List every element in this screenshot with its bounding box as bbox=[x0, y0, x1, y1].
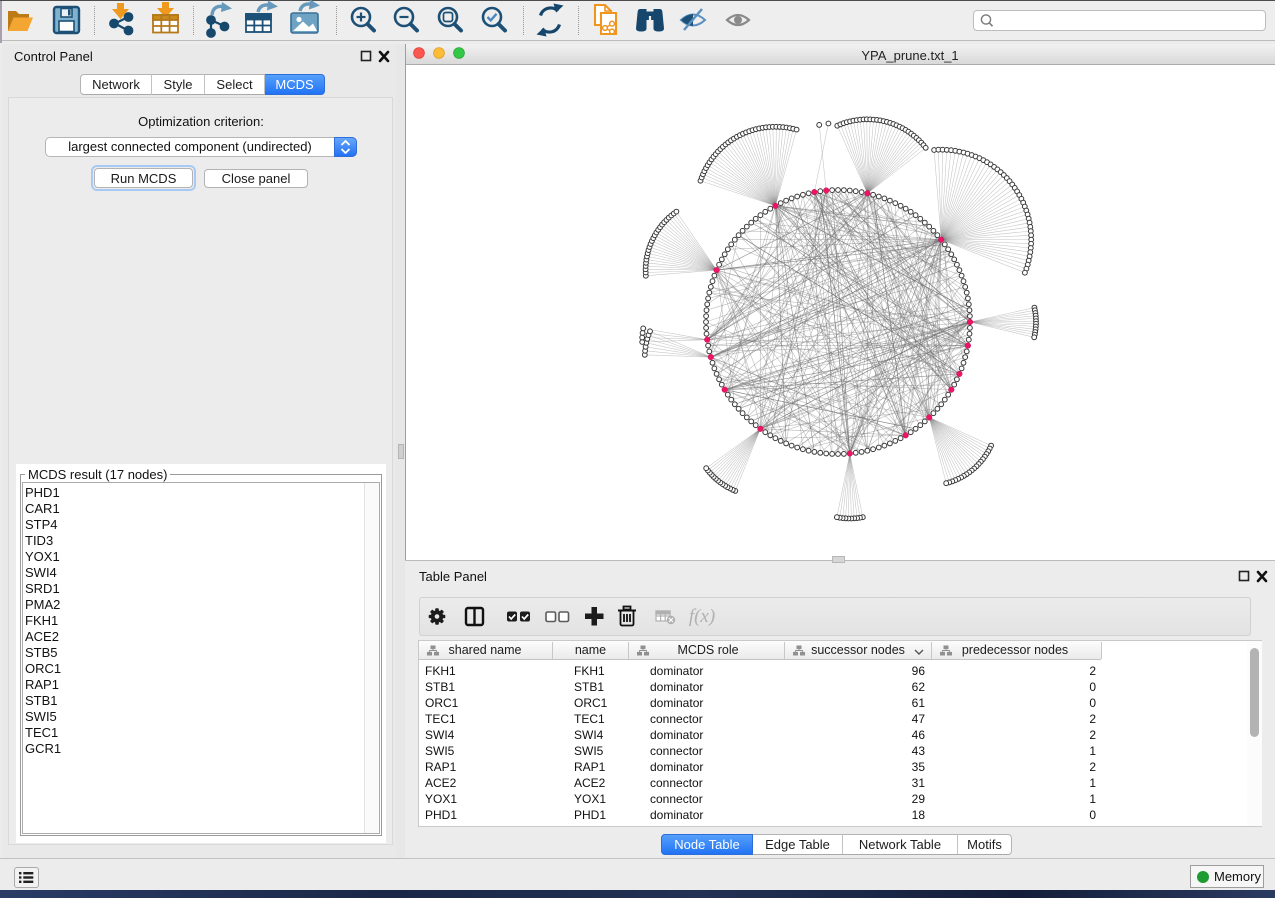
svg-text:f(x): f(x) bbox=[689, 606, 715, 627]
